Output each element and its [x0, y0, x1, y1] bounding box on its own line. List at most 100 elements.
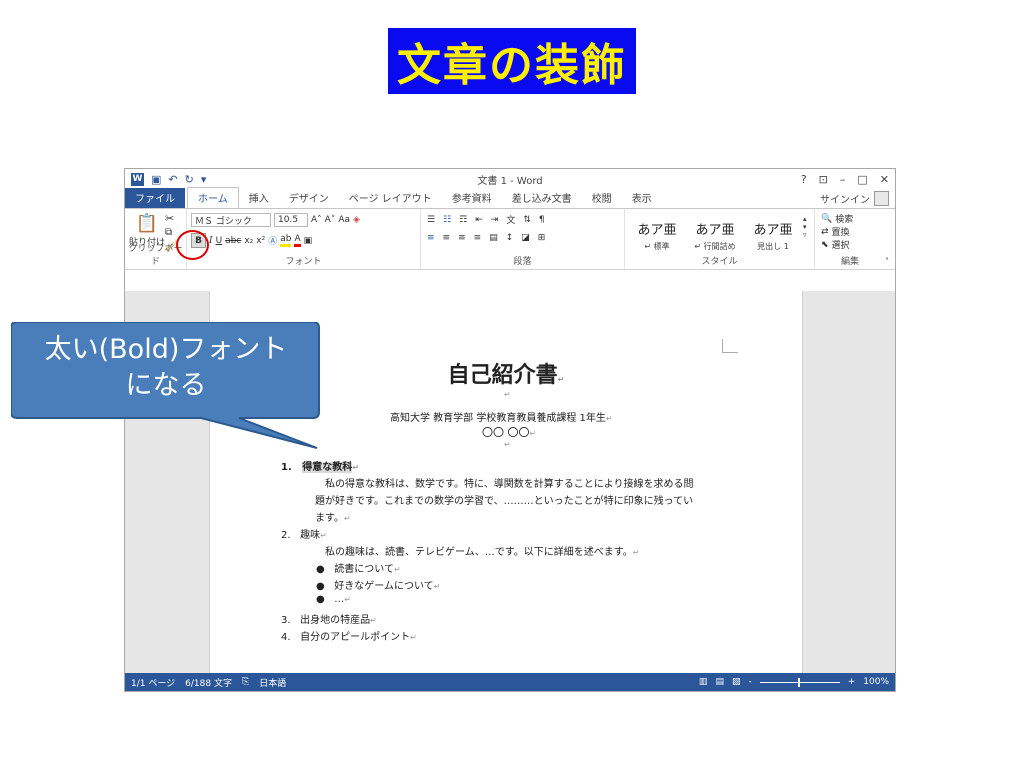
replace-button[interactable]: ⇄ 置換 [821, 225, 850, 239]
select-label: 選択 [831, 241, 850, 251]
show-marks-icon[interactable]: ¶ [539, 215, 545, 225]
align-right-icon[interactable]: ≡ [458, 233, 466, 243]
increase-indent-icon[interactable]: ⇥ [491, 215, 499, 225]
font-color-icon[interactable]: A [294, 234, 301, 247]
style-no-spacing-name: ↵ 行間詰め [694, 242, 736, 251]
text-effects-icon[interactable]: Ⓐ [268, 234, 277, 247]
collapse-ribbon-icon[interactable]: ˄ [885, 257, 889, 266]
font-name-select[interactable]: ＭＳ ゴシック [191, 213, 271, 227]
paragraph-mark: ↵ [320, 531, 327, 540]
shading-icon[interactable]: ▣ [304, 236, 313, 246]
redo-icon[interactable]: ↻ [185, 173, 194, 186]
word-count[interactable]: 6/188 文字 [185, 676, 232, 689]
help-button[interactable]: ? [801, 173, 807, 186]
superscript-button[interactable]: x² [256, 236, 265, 246]
distribute-icon[interactable]: ▤ [489, 233, 498, 243]
para-mark-line: ↵ [504, 439, 511, 450]
read-mode-icon[interactable]: ▥ [699, 677, 708, 687]
callout-line-2: になる [125, 370, 207, 401]
minimize-button[interactable]: – [840, 173, 846, 186]
web-layout-icon[interactable]: ▧ [732, 677, 741, 687]
bullet-text: 読書について [334, 564, 394, 575]
editing-group: 🔍 検索 ⇄ 置換 ⬉ 選択 編集 [815, 209, 885, 269]
subscript-button[interactable]: x₂ [244, 236, 253, 246]
style-normal-sample: あア亜 [637, 223, 677, 238]
sort-icon[interactable]: ⇅ [523, 215, 531, 225]
styles-group: あア亜 ↵ 標準 あア亜 ↵ 行間詰め あア亜 見出し 1 ▴ ▾ ▿ スタイル [625, 209, 815, 269]
paragraph-mark: ↵ [344, 595, 351, 604]
paragraph-mark: ↵ [393, 565, 401, 574]
list-title: 出身地の特産品 [300, 615, 371, 626]
zoom-slider[interactable] [759, 677, 840, 687]
list-item-3: 3. 出身地の特産品↵ [281, 611, 377, 626]
affiliation-text: 高知大学 教育学部 学校教育教員養成課程 1年生 [390, 413, 606, 424]
italic-button[interactable]: I [209, 236, 213, 246]
bullets-icon[interactable]: ☰ [427, 215, 435, 225]
copy-icon[interactable]: ⧉ [165, 227, 172, 238]
style-heading1[interactable]: あア亜 見出し 1 [745, 215, 801, 251]
tab-review[interactable]: 校閲 [582, 188, 622, 208]
tab-references[interactable]: 参考資料 [442, 188, 502, 208]
customize-qat-icon[interactable]: ▾ [201, 173, 207, 186]
bullet-text: … [334, 594, 345, 605]
tab-page-layout[interactable]: ページ レイアウト [339, 188, 442, 208]
close-button[interactable]: ✕ [880, 173, 889, 186]
bullet-item: ● 読書について↵ [316, 564, 401, 575]
cut-icon[interactable]: ✂ [165, 212, 174, 225]
find-button[interactable]: 🔍 検索 [821, 212, 853, 226]
shading-paragraph-icon[interactable]: ◪ [521, 233, 530, 243]
zoom-level[interactable]: 100% [863, 677, 889, 687]
paragraph-mark: ↵ [370, 616, 377, 625]
justify-icon[interactable]: ≡ [474, 233, 482, 243]
style-no-spacing[interactable]: あア亜 ↵ 行間詰め [687, 215, 743, 251]
line-spacing-icon[interactable]: ↕ [506, 233, 514, 243]
select-button[interactable]: ⬉ 選択 [821, 238, 850, 252]
undo-icon[interactable]: ↶ [168, 173, 177, 186]
save-icon[interactable]: ▣ [151, 173, 161, 186]
avatar [874, 191, 889, 206]
zoom-in-button[interactable]: + [848, 677, 856, 687]
zoom-out-button[interactable]: - [748, 677, 751, 687]
affiliation-line: 高知大学 教育学部 学校教育教員養成課程 1年生↵ [390, 409, 613, 424]
styles-scroll[interactable]: ▴ ▾ ▿ [803, 215, 807, 239]
grow-font-button[interactable]: A˄ [311, 215, 322, 225]
list-item-2: 2. 趣味↵ [281, 526, 327, 541]
maximize-button[interactable]: □ [857, 173, 867, 186]
ribbon-display-button[interactable]: ⊡ [819, 173, 828, 186]
proofing-icon[interactable]: ⎘ [242, 677, 249, 687]
tab-design[interactable]: デザイン [279, 188, 339, 208]
multilevel-list-icon[interactable]: ☶ [459, 215, 467, 225]
language[interactable]: 日本語 [259, 676, 286, 689]
tab-view[interactable]: 表示 [622, 188, 662, 208]
print-layout-icon[interactable]: ▤ [715, 677, 724, 687]
tab-insert[interactable]: 挿入 [239, 188, 279, 208]
style-normal[interactable]: あア亜 ↵ 標準 [629, 215, 685, 251]
tab-home[interactable]: ホーム [187, 187, 239, 208]
tab-file[interactable]: ファイル [125, 188, 185, 208]
asian-layout-icon[interactable]: 文 [506, 213, 515, 226]
list-item-4: 4. 自分のアピールポイント↵ [281, 628, 417, 643]
shrink-font-button[interactable]: A˅ [325, 215, 336, 225]
bold-highlight-circle [176, 230, 209, 260]
strikethrough-button[interactable]: abc [225, 236, 241, 246]
align-left-icon[interactable]: ≡ [427, 233, 435, 243]
align-center-icon[interactable]: ≡ [443, 233, 451, 243]
numbering-icon[interactable]: ☷ [443, 215, 451, 225]
underline-button[interactable]: U [216, 236, 223, 246]
page-count[interactable]: 1/1 ページ [131, 676, 175, 689]
body-line: ます。↵ [315, 509, 351, 524]
paragraph-mark: ↵ [352, 463, 359, 472]
change-case-button[interactable]: Aa [338, 215, 350, 225]
quick-access-toolbar: W ▣ ↶ ↻ ▾ [131, 172, 207, 186]
font-size-select[interactable]: 10.5 [274, 213, 308, 227]
signin-link[interactable]: サインイン [814, 189, 895, 208]
name-text: 〇〇 〇〇 [482, 426, 530, 439]
borders-icon[interactable]: ⊞ [538, 233, 546, 243]
clear-format-icon[interactable]: ◈ [353, 215, 360, 225]
slide-title: 文章の装飾 [388, 28, 636, 94]
decrease-indent-icon[interactable]: ⇤ [475, 215, 483, 225]
document-title-text: 自己紹介書 [447, 363, 558, 388]
highlight-color-icon[interactable]: ab [280, 234, 292, 247]
tab-mailings[interactable]: 差し込み文書 [502, 188, 582, 208]
body-line: 私の得意な教科は、数学です。特に、導関数を計算することにより接線を求める問 [325, 479, 694, 490]
